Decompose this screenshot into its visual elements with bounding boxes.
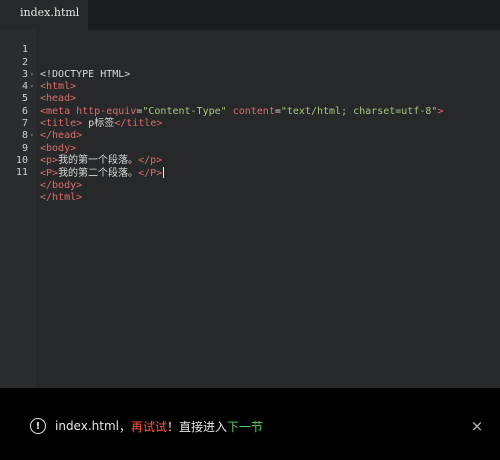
p-open-tag: <P> (40, 168, 59, 180)
code-line-6[interactable]: 6 </head> (0, 94, 500, 142)
notification-direct-text: 直接进入 (179, 419, 228, 434)
p-close-tag: </P> (138, 168, 163, 180)
code-line-10[interactable]: 10 </body> (0, 143, 500, 191)
code-text: </body> (40, 180, 82, 192)
body-close-tag: </body> (40, 179, 83, 191)
text-cursor (163, 167, 165, 179)
tab-bar: index.html (0, 0, 500, 30)
code-line-4[interactable]: 4 <meta http-equiv="Content-Type" conten… (0, 69, 500, 117)
notification-comma: ， (118, 419, 131, 434)
code-line-9[interactable]: 9 <P>我的第二个段落。</P> (0, 130, 500, 179)
paragraph-text: 我的第二个段落。 (58, 168, 139, 180)
code-line-5[interactable]: 5 <title> p标签</title> (0, 81, 500, 129)
code-editor[interactable]: 1 <!DOCTYPE HTML> 2 ▾ <html> 3 ▾ <head> … (0, 30, 500, 388)
notification-bar: ! index.html ， 再试试 ！ 直接进入 下一节 × (0, 388, 500, 460)
code-text: <P>我的第二个段落。</P> (40, 167, 165, 180)
next-section-link[interactable]: 下一节 (227, 418, 263, 435)
line-number: 11 (15, 167, 28, 179)
retry-link[interactable]: 再试试 (131, 418, 167, 435)
notification-filename: index.html (55, 419, 119, 433)
code-line-2[interactable]: 2 ▾ <html> (0, 44, 500, 93)
tab-index-html[interactable]: index.html (0, 0, 88, 30)
notification-message: ! index.html ， 再试试 ！ 直接进入 下一节 (30, 418, 263, 434)
code-text: </html> (40, 192, 82, 204)
notification-exclaim: ！ (167, 419, 180, 434)
code-line-8[interactable]: 8 <p>我的第一个段落。</p> (0, 118, 500, 166)
alert-circle-icon: ! (30, 418, 46, 434)
html-close-tag: </html> (40, 191, 83, 203)
code-line-1[interactable]: 1 <!DOCTYPE HTML> (0, 32, 500, 80)
code-line-11[interactable]: 11 </html> (0, 155, 500, 203)
close-icon[interactable]: × (470, 419, 484, 434)
code-line-7[interactable]: 7 ▾ <body> (0, 106, 500, 154)
code-line-3[interactable]: 3 ▾ <head> (0, 57, 500, 105)
